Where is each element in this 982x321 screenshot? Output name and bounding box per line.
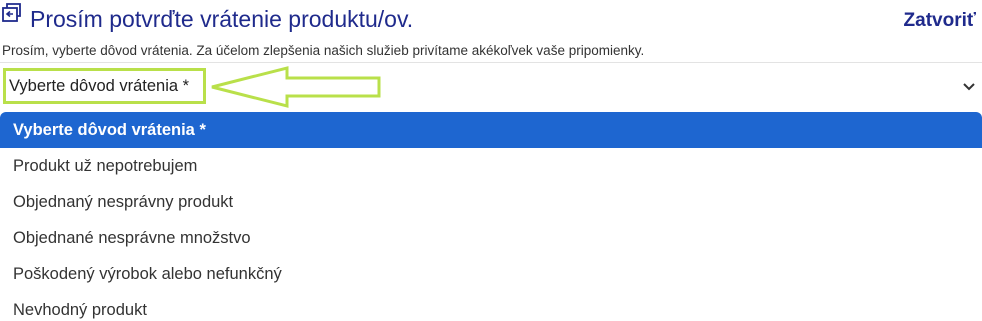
listbox-option[interactable]: Produkt už nepotrebujem — [0, 148, 982, 184]
listbox-option[interactable]: Objednaný nesprávny produkt — [0, 184, 982, 220]
dialog-header: Prosím potvrďte vrátenie produktu/ov. Za… — [0, 0, 982, 42]
instruction-text: Prosím, vyberte dôvod vrátenia. Za účelo… — [2, 43, 645, 58]
return-reason-select[interactable]: Vyberte dôvod vrátenia * — [0, 62, 982, 112]
annotation-arrow-icon — [211, 66, 381, 108]
close-button[interactable]: Zatvoriť — [904, 10, 976, 32]
page-title: Prosím potvrďte vrátenie produktu/ov. — [30, 6, 414, 32]
listbox-option[interactable]: Nevhodný produkt — [0, 292, 982, 321]
listbox-option-placeholder[interactable]: Vyberte dôvod vrátenia * — [0, 112, 982, 148]
return-reason-listbox: Vyberte dôvod vrátenia * Produkt už nepo… — [0, 112, 982, 321]
select-current-value: Vyberte dôvod vrátenia * — [9, 77, 190, 95]
listbox-option[interactable]: Objednané nesprávne množstvo — [0, 220, 982, 256]
listbox-option[interactable]: Poškodený výrobok alebo nefunkčný — [0, 256, 982, 292]
chevron-down-icon[interactable] — [961, 80, 977, 94]
return-box-icon — [2, 3, 21, 22]
